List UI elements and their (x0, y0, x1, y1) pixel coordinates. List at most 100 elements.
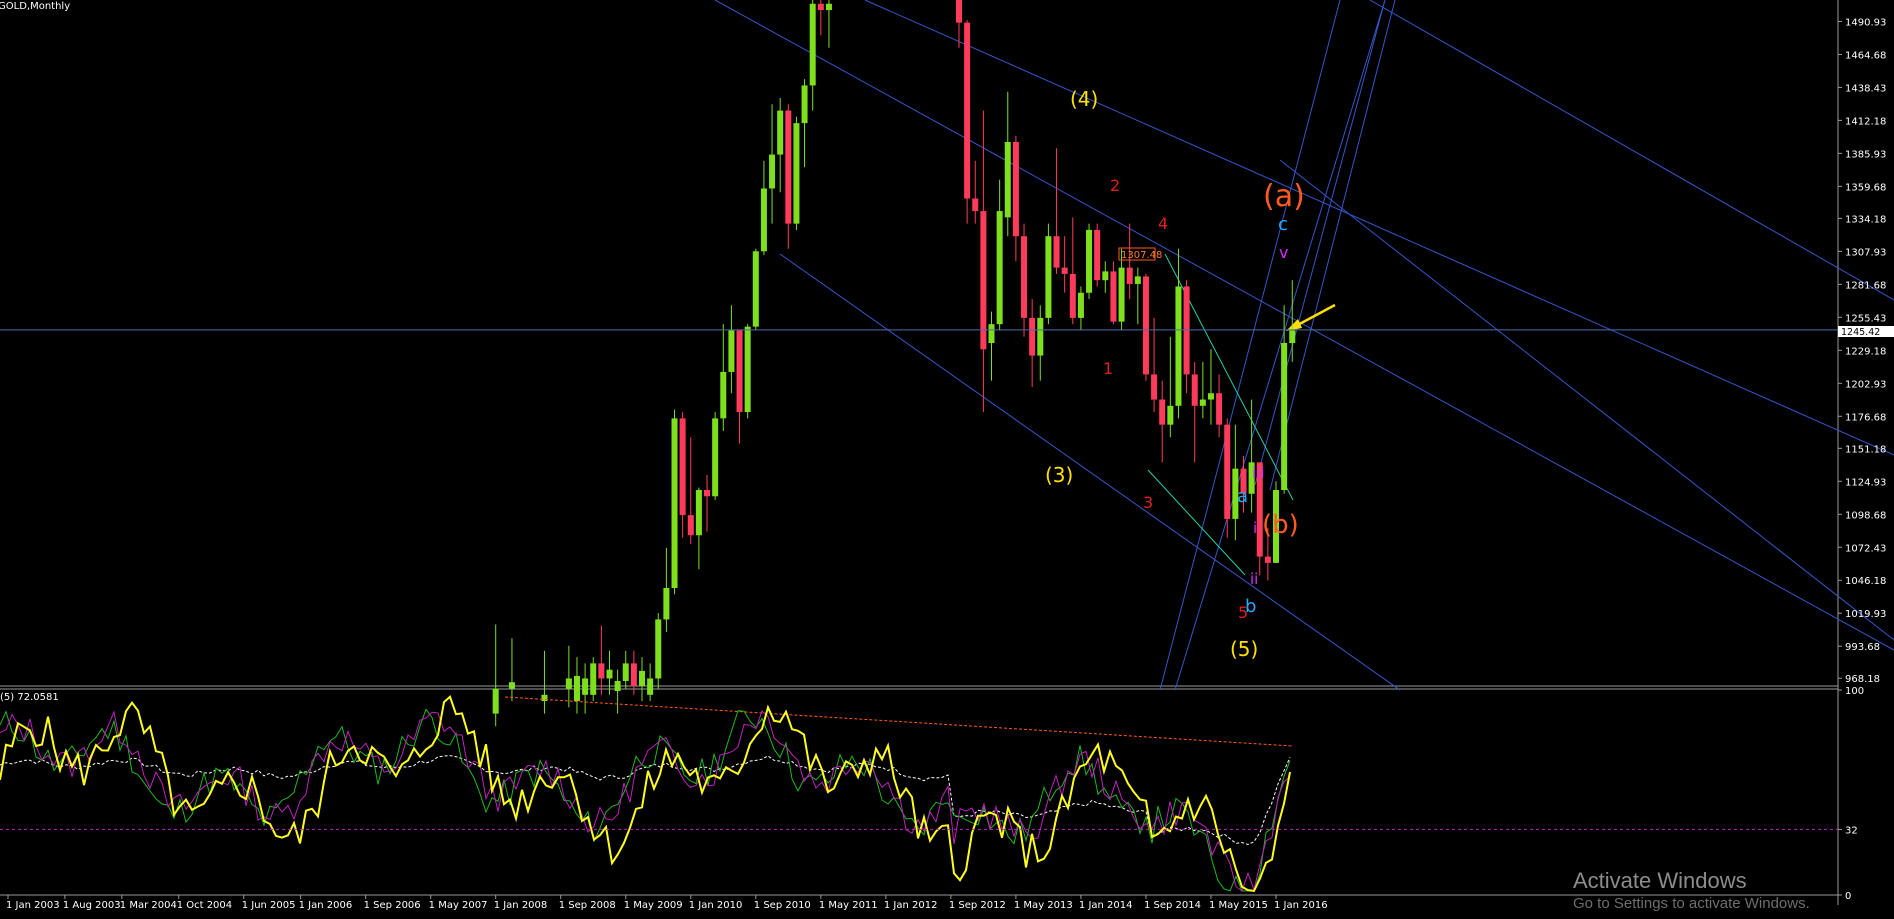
wave-label: 1 (1103, 359, 1113, 378)
candle-body (744, 326, 751, 413)
price-tick-label: 1124.93 (1845, 477, 1886, 488)
channel-line (1269, 0, 1396, 491)
candle-body (1224, 424, 1231, 519)
arrow-head-icon (1286, 319, 1302, 331)
price-tick-label: 1412.18 (1845, 116, 1886, 127)
chart-title: GOLD,Monthly (0, 1, 70, 12)
price-tick-label: 1176.68 (1845, 412, 1886, 423)
price-tick-label: 968.18 (1845, 674, 1880, 685)
time-tick-label: 1 Sep 2012 (949, 900, 1006, 911)
candle-body (663, 588, 670, 620)
candle-body (508, 682, 515, 689)
wave-label: v (1279, 243, 1288, 262)
wave-label: (b) (1262, 510, 1299, 540)
candle-body (1183, 286, 1190, 375)
candle-body (1004, 141, 1011, 218)
wave-label: ii (1250, 570, 1258, 588)
candle-body (1142, 276, 1149, 375)
candle-body (573, 675, 580, 702)
osc-tick-label: 0 (1845, 891, 1851, 902)
candle-body (1086, 229, 1093, 293)
price-tick-label: 1490.93 (1845, 17, 1886, 28)
candle-body (639, 670, 645, 686)
candle-body (972, 198, 979, 212)
candle-body (1037, 317, 1044, 356)
candle-body (1207, 393, 1214, 400)
candle-body (1216, 393, 1223, 425)
candle-body (801, 85, 808, 124)
candle-body (1281, 343, 1288, 490)
candle-body (1199, 399, 1206, 406)
candle-body (1045, 236, 1052, 318)
price-tick-label: 1307.93 (1845, 247, 1886, 258)
oscillator-pane (0, 695, 1293, 892)
channel-line (864, 0, 1894, 456)
price-tick-label: 1098.68 (1845, 510, 1886, 521)
candle-body (1069, 273, 1076, 318)
time-tick-label: 1 Jan 2016 (1274, 900, 1328, 911)
price-tick-label: 1281.68 (1845, 280, 1886, 291)
candle-body (980, 211, 987, 350)
gold-monthly-chart: (4)(3)(5)(a)(b)12345cbaviiiiii 1490.9314… (0, 0, 1894, 912)
candle-body (492, 688, 499, 714)
price-tick-label: 1046.18 (1845, 576, 1886, 587)
price-box-label: 1307.48 (1121, 250, 1162, 261)
wave-label: i (1253, 519, 1257, 537)
time-tick-label: 1 May 2015 (1209, 900, 1268, 911)
osc-tick-label: 100 (1845, 686, 1864, 697)
candle-body (671, 418, 678, 588)
candle-body (679, 418, 686, 516)
osc-main-line (0, 695, 1291, 892)
time-tick-label: 1 Jan 2003 (6, 900, 60, 911)
candle-body (598, 663, 605, 679)
candle-body (1118, 267, 1125, 322)
candle-body (1289, 330, 1296, 343)
candle-body (630, 663, 637, 686)
candle-body (1264, 556, 1271, 563)
oscillator-title: (5) 72.0581 (0, 692, 59, 703)
candle-body (1012, 141, 1019, 237)
time-tick-label: 1 Jan 2010 (689, 900, 743, 911)
wave-label: 2 (1110, 176, 1120, 195)
candle-body (614, 680, 621, 692)
candle-body (720, 371, 727, 419)
candle-body (655, 619, 662, 679)
time-tick-label: 1 Oct 2004 (177, 900, 232, 911)
price-tick-label: 1019.93 (1845, 609, 1886, 620)
wave-labels: (4)(3)(5)(a)(b)12345cbaviiiiii (1045, 87, 1305, 661)
candle-body (1167, 405, 1174, 425)
candle-body (1094, 229, 1101, 281)
candle-body (825, 3, 832, 11)
price-tick-label: 1229.18 (1845, 346, 1886, 357)
candle-body (809, 3, 816, 86)
candle-body (712, 418, 719, 497)
current-price-label: 1245.42 (1841, 327, 1880, 338)
candle-body (1077, 292, 1084, 318)
wave-label: (4) (1070, 87, 1098, 111)
candle-body (769, 154, 776, 189)
time-tick-label: 1 Jan 2008 (494, 900, 548, 911)
channel-line (1279, 159, 1894, 641)
wave-label: (a) (1263, 179, 1305, 214)
wave-label: (5) (1230, 637, 1258, 661)
wave-label: a (1237, 486, 1248, 507)
price-tick-label: 1255.43 (1845, 313, 1886, 324)
candle-body (1029, 317, 1036, 356)
candle-body (793, 123, 800, 224)
candle-body (1151, 374, 1158, 400)
channel-line (1174, 0, 1386, 691)
time-tick-label: 1 Sep 2006 (364, 900, 421, 911)
candle-body (956, 0, 962, 23)
time-tick-label: 1 Jun 2005 (242, 900, 296, 911)
time-tick-label: 1 Jan 2012 (884, 900, 938, 911)
time-tick-label: 1 May 2007 (429, 900, 488, 911)
watermark-title: Activate Windows (1573, 868, 1747, 893)
candle-body (728, 330, 735, 372)
candle-body (1126, 267, 1133, 284)
wave-label: 3 (1143, 493, 1153, 512)
candle-body (622, 663, 629, 681)
price-tick-label: 1151.18 (1845, 444, 1886, 455)
price-tick-label: 1072.43 (1845, 543, 1886, 554)
candle-body (1110, 271, 1117, 322)
time-tick-label: 1 Jan 2014 (1079, 900, 1133, 911)
